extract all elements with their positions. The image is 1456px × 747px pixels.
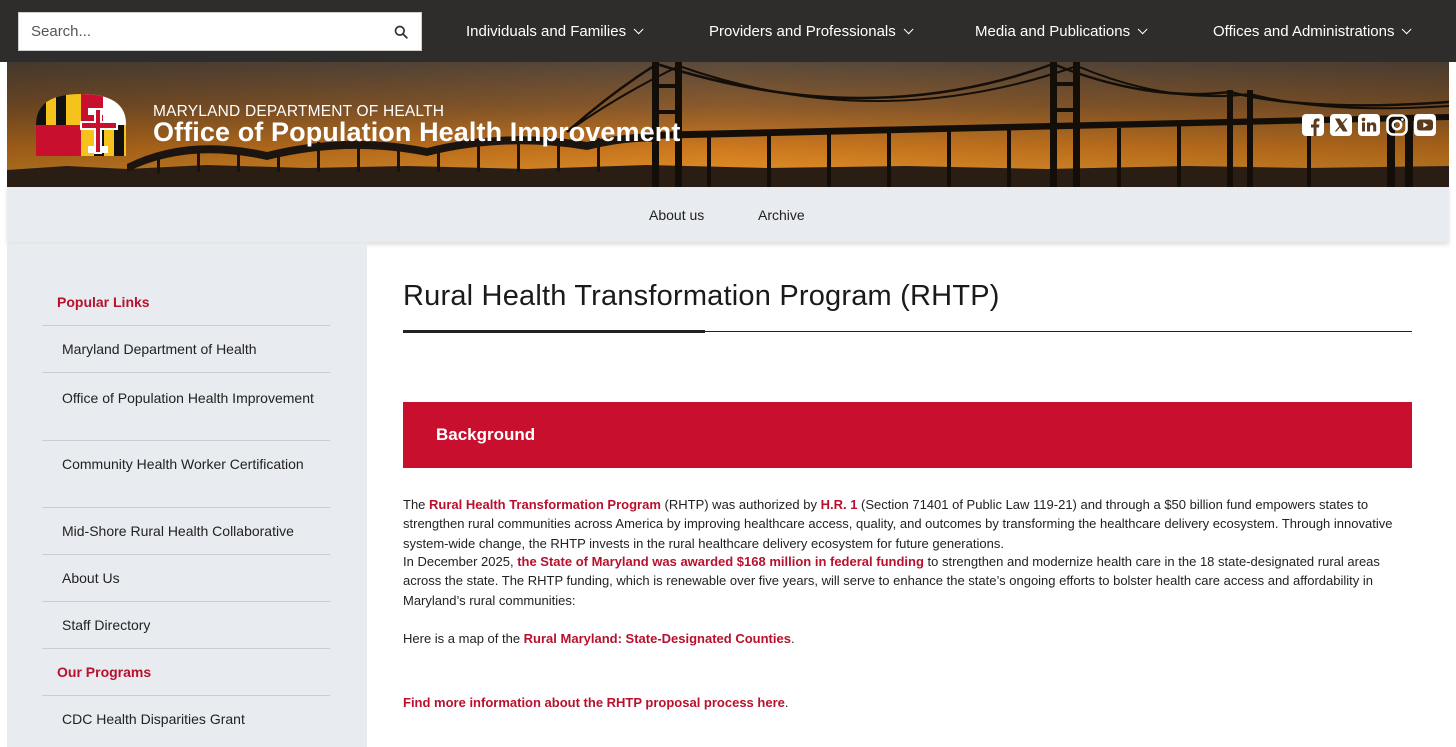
chevron-down-icon (1402, 23, 1413, 34)
link-rural-health-transformation-program[interactable]: Rural Health Transformation Program (429, 497, 661, 512)
section-banner-background: Background (403, 402, 1412, 468)
search-box (18, 12, 422, 51)
sidebar-item-mid-shore-rural-health-collaborative[interactable]: Mid-Shore Rural Health Collaborative (62, 521, 332, 541)
paragraph-award: In December 2025, the State of Maryland … (403, 552, 1403, 610)
nav-offices-administrations[interactable]: Offices and Administrations (1213, 0, 1413, 62)
text: . (784, 695, 789, 710)
link-maryland-awarded-funding[interactable]: the State of Maryland was awarded $168 m… (517, 554, 924, 569)
sidebar-item-maryland-department-of-health[interactable]: Maryland Department of Health (62, 339, 332, 359)
text: In December 2025, (403, 554, 518, 569)
search-input[interactable] (19, 13, 381, 50)
text: The (403, 497, 430, 512)
sidebar-item-community-health-worker-certification[interactable]: Community Health Worker Certification (62, 454, 332, 474)
link-hr-1[interactable]: H.R. 1 (821, 497, 858, 512)
sidebar-item-staff-directory[interactable]: Staff Directory (62, 615, 332, 635)
chevron-down-icon (633, 23, 644, 34)
nav-individuals-families[interactable]: Individuals and Families (466, 0, 644, 62)
paragraph-map: Here is a map of the Rural Maryland: Sta… (403, 629, 1403, 648)
divider (42, 695, 330, 696)
facebook-icon[interactable] (1301, 113, 1325, 137)
maryland-flag-logo (36, 94, 126, 156)
sidebar: Popular Links Maryland Department of Hea… (7, 244, 367, 747)
subnav-archive[interactable]: Archive (758, 207, 805, 223)
divider (42, 601, 330, 602)
hero-banner: MARYLAND DEPARTMENT OF HEALTH Office of … (7, 62, 1449, 187)
divider (42, 372, 330, 373)
sidebar-item-about-us[interactable]: About Us (62, 568, 332, 588)
title-underline-accent (403, 330, 705, 333)
nav-providers-professionals[interactable]: Providers and Professionals (709, 0, 914, 62)
chevron-down-icon (903, 23, 914, 34)
nav-label: Media and Publications (975, 22, 1131, 40)
youtube-icon[interactable] (1413, 113, 1437, 137)
chevron-down-icon (1137, 23, 1148, 34)
page-title: Rural Health Transformation Program (RHT… (403, 280, 1000, 312)
divider (42, 440, 330, 441)
text: (RHTP) was authorized by (660, 497, 821, 512)
text: . (790, 631, 795, 646)
sidebar-item-cdc-health-disparities-grant[interactable]: CDC Health Disparities Grant (62, 709, 332, 729)
x-icon[interactable] (1329, 113, 1353, 137)
divider (42, 648, 330, 649)
top-bar: Individuals and Families Providers and P… (0, 0, 1456, 62)
text: Here is a map of the (403, 631, 524, 646)
nav-label: Providers and Professionals (709, 22, 896, 40)
linkedin-icon[interactable] (1357, 113, 1381, 137)
paragraph-proposal: Find more information about the RHTP pro… (403, 693, 1403, 712)
instagram-icon[interactable] (1385, 113, 1409, 137)
divider (42, 554, 330, 555)
nav-label: Offices and Administrations (1213, 22, 1395, 40)
secondary-nav: About us Archive (7, 187, 1449, 242)
sidebar-item-office-of-population-health-improvement[interactable]: Office of Population Health Improvement (62, 388, 332, 408)
divider (42, 325, 330, 326)
paragraph-intro: The Rural Health Transformation Program … (403, 495, 1403, 553)
office-name[interactable]: Office of Population Health Improvement (153, 117, 680, 148)
divider (42, 507, 330, 508)
nav-label: Individuals and Families (466, 22, 627, 40)
link-rhtp-proposal-process[interactable]: Find more information about the RHTP pro… (403, 695, 785, 710)
subnav-about-us[interactable]: About us (649, 207, 704, 223)
section-heading: Background (436, 425, 536, 444)
sidebar-heading-popular-links: Popular Links (57, 294, 150, 310)
link-rural-maryland-counties[interactable]: Rural Maryland: State-Designated Countie… (524, 631, 791, 646)
search-icon[interactable] (381, 13, 421, 50)
nav-media-publications[interactable]: Media and Publications (975, 0, 1148, 62)
sidebar-heading-our-programs: Our Programs (57, 664, 152, 680)
